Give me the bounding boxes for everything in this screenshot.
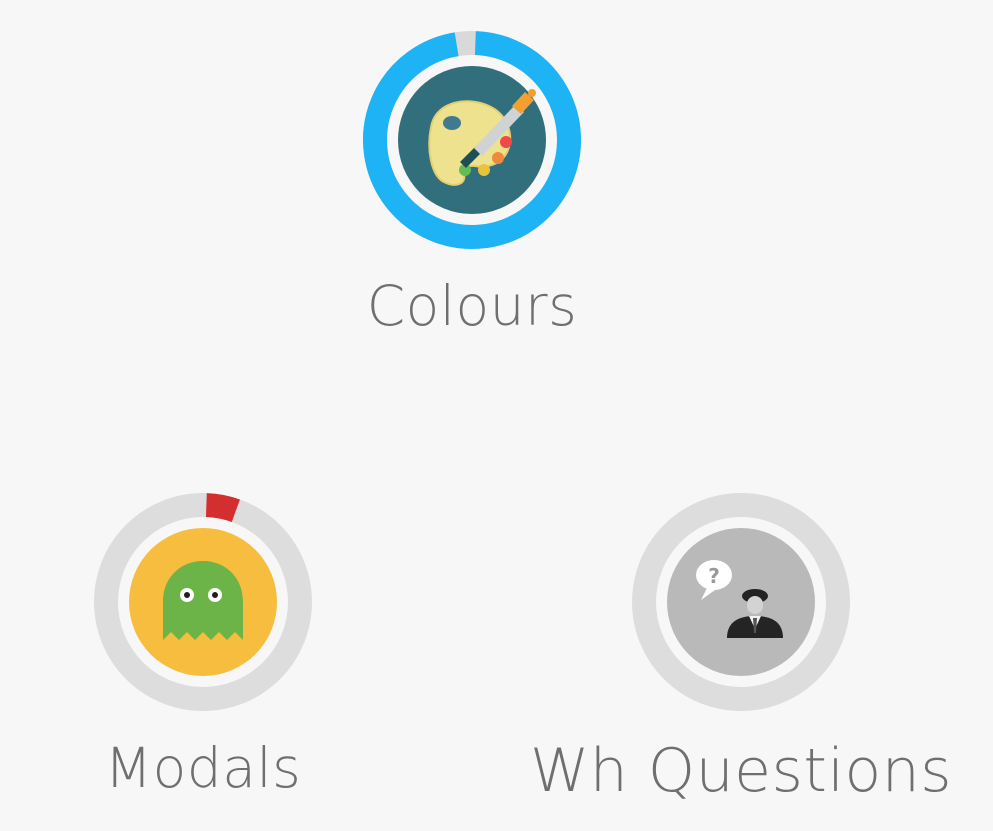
modals-progress-ring xyxy=(94,493,312,711)
lesson-wh-questions[interactable]: ? Wh Questions xyxy=(530,484,952,814)
lesson-modals[interactable]: Modals xyxy=(85,484,321,814)
green-ghost-icon xyxy=(163,561,243,640)
lessons-page: { "lessons": [ { "id": "colours", "label… xyxy=(0,0,993,831)
icon-background xyxy=(667,528,815,676)
lesson-colours[interactable]: Colours xyxy=(354,22,590,352)
lesson-label: Modals xyxy=(104,736,302,800)
ring-progress xyxy=(205,493,240,523)
lesson-label: Colours xyxy=(366,274,578,338)
wh-questions-progress-ring: ? xyxy=(632,493,850,711)
lesson-label: Wh Questions xyxy=(529,736,953,806)
colours-progress-ring xyxy=(363,31,581,249)
question-mark: ? xyxy=(708,564,720,588)
